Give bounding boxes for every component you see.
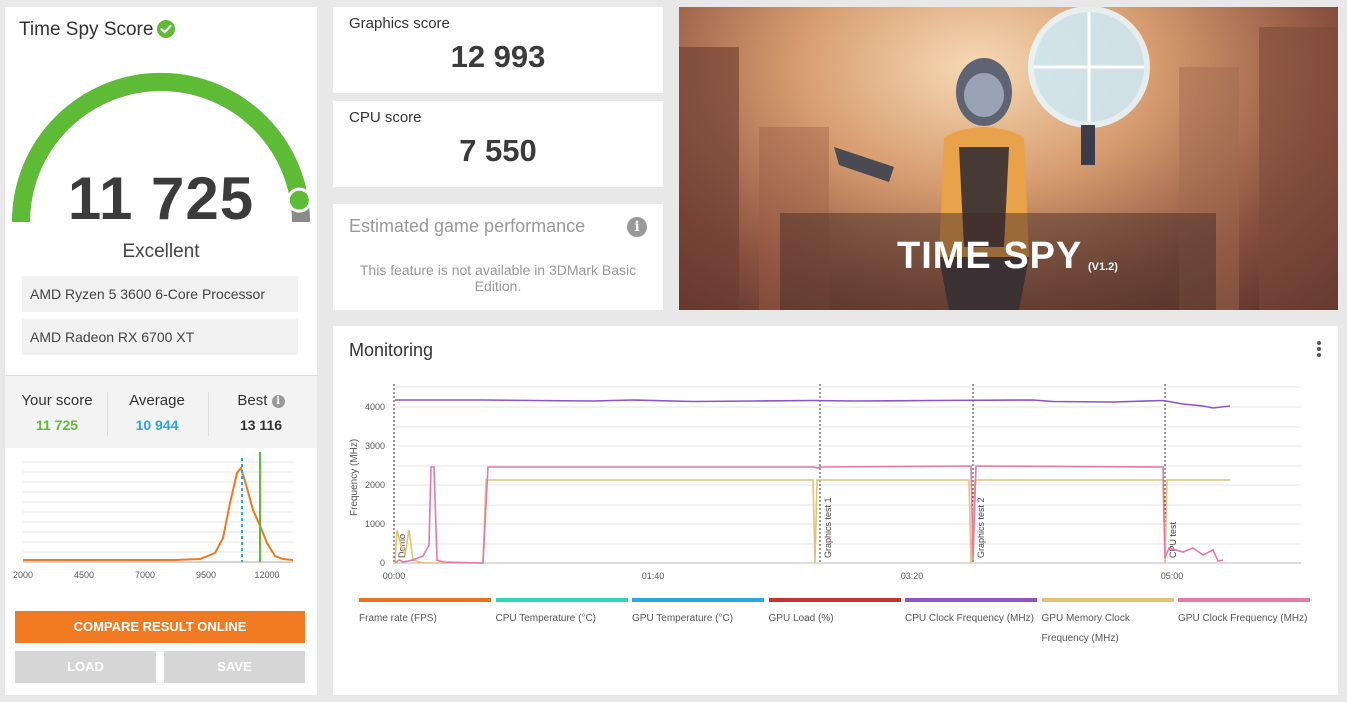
average-column: Average 10 944 [109,392,205,433]
hist-tick: 4500 [74,570,94,580]
x-tick: 00:00 [383,571,406,581]
hero-title: TIME SPY [897,235,1083,277]
marker-label: CPU test [1168,521,1178,558]
hardware-cpu: AMD Ryzen 5 3600 6-Core Processor [22,276,298,312]
marker-label: Graphics test 2 [976,497,986,558]
estimated-performance-title: Estimated game performance [349,216,586,236]
y-tick: 0 [380,558,385,568]
legend-swatch [1041,598,1174,602]
legend-swatch [905,598,1037,602]
legend-item[interactable]: GPU Temperature (°C) [632,598,764,629]
graphics-score-label: Graphics score [349,15,450,32]
best-label: Best [237,392,268,409]
monitoring-title: Monitoring [349,340,434,360]
hardware-gpu: AMD Radeon RX 6700 XT [22,319,298,355]
more-options-icon[interactable] [1316,341,1322,357]
score-comparison: Your score 11 725 Average 10 944 Best i … [5,375,317,598]
cpu-score-card: CPU score 7 550 [333,101,663,187]
legend-label: GPU Memory Clock Frequency (MHz) [1041,613,1130,644]
legend-swatch [495,598,628,602]
legend-item[interactable]: GPU Clock Frequency (MHz) [1178,598,1310,629]
legend-label: CPU Clock Frequency (MHz) [905,613,1034,624]
hist-tick: 12000 [254,570,279,580]
x-tick: 05:00 [1161,571,1184,581]
legend-swatch [632,598,764,602]
legend-label: CPU Temperature (°C) [495,613,597,624]
monitoring-chart: 0 1000 2000 3000 4000 Frequency (MHz) 00… [349,384,1301,581]
info-icon[interactable]: i [627,217,647,237]
x-tick: 03:20 [901,571,924,581]
legend-label: Frame rate (FPS) [359,613,437,624]
x-tick: 01:40 [642,571,665,581]
legend-label: GPU Clock Frequency (MHz) [1178,613,1308,624]
legend-label: GPU Load (%) [768,613,834,624]
y-tick: 2000 [365,480,385,490]
legend-label: GPU Temperature (°C) [632,613,734,624]
y-tick: 3000 [365,441,385,451]
graphics-score-card: Graphics score 12 993 [333,7,663,93]
best-value: 13 116 [239,417,283,433]
hero-version: (V1.2) [1088,261,1118,273]
legend-item[interactable]: GPU Memory Clock Frequency (MHz) [1041,598,1174,649]
score-panel: Time Spy Score 11 725 Excellent AMD Ryze… [5,7,317,695]
score-title: Time Spy Score [19,19,154,40]
legend-swatch [768,598,901,602]
main-score: 11 725 [67,165,255,232]
legend-swatch [1178,598,1310,602]
cpu-score-value: 7 550 [459,133,537,168]
compare-result-online-button[interactable]: COMPARE RESULT ONLINE [15,611,305,643]
y-tick: 4000 [365,402,385,412]
estimated-performance-card: Estimated game performance i This featur… [333,204,663,310]
cpu-score-label: CPU score [349,109,422,126]
marker-label: Graphics test 1 [823,497,833,558]
load-button[interactable]: LOAD [15,651,156,683]
best-info-icon[interactable]: i [271,395,285,408]
legend-item[interactable]: GPU Load (%) [768,598,901,629]
y-tick: 1000 [365,519,385,529]
best-column: Best i 13 116 [213,392,309,433]
hist-tick: 7000 [135,570,155,580]
benchmark-hero-image: TIME SPY (V1.2) [679,7,1338,310]
legend-item[interactable]: CPU Clock Frequency (MHz) [905,598,1037,629]
hist-tick: 9500 [196,570,216,580]
legend-item[interactable]: Frame rate (FPS) [359,598,491,629]
monitoring-panel: Monitoring 0 1000 2000 3000 4000 Frequen… [333,326,1338,695]
graphics-score-value: 12 993 [450,39,546,74]
save-button[interactable]: SAVE [164,651,305,683]
y-axis-label: Frequency (MHz) [349,439,360,516]
hist-tick: 2000 [13,570,33,580]
legend-item[interactable]: CPU Temperature (°C) [495,598,628,629]
your-score-label: Your score [21,392,93,409]
average-value: 10 944 [135,417,179,433]
score-distribution-chart: 2000 4500 7000 9500 12000 [5,448,317,598]
average-label: Average [129,392,185,409]
your-score-column: Your score 11 725 [9,392,105,433]
check-icon [157,20,175,38]
score-rating: Excellent [122,241,200,262]
your-score-value: 11 725 [35,417,79,433]
legend-swatch [359,598,491,602]
estimated-performance-message: This feature is not available in 3DMark … [359,262,637,294]
